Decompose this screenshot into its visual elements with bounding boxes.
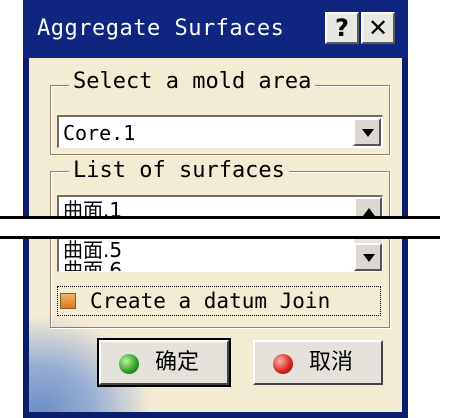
mold-area-group-label: Select a mold area [69,70,316,94]
mold-area-dropdown-button[interactable] [353,118,381,146]
cancel-button[interactable]: 取消 [253,340,383,385]
cancel-button-label: 取消 [309,350,354,375]
help-button[interactable]: ? [325,12,359,44]
create-datum-join-label: Create a datum Join [90,289,331,313]
dialog-title: Aggregate Surfaces [37,16,285,41]
break-line-top [0,216,440,219]
ok-button[interactable]: 确定 [97,338,231,387]
scroll-down-button[interactable] [354,243,382,271]
mold-area-value: Core.1 [63,121,136,145]
break-line-bottom [0,236,440,239]
chevron-down-icon [363,254,375,262]
create-datum-join-option[interactable]: Create a datum Join [57,286,381,316]
close-button[interactable]: ✕ [361,12,395,44]
chevron-down-icon [362,129,374,137]
title-bar[interactable]: Aggregate Surfaces ? ✕ [23,0,408,58]
surfaces-group-label: List of surfaces [69,159,289,183]
create-datum-join-checkbox[interactable] [60,293,76,309]
red-light-icon [273,354,293,374]
list-item[interactable]: 曲面.6 [63,259,122,271]
chevron-up-icon [363,208,375,216]
mold-area-select[interactable]: Core.1 [57,115,383,148]
green-light-icon [119,354,139,374]
aggregate-surfaces-dialog: Aggregate Surfaces ? ✕ Select a mold are… [23,0,408,418]
ok-button-label: 确定 [155,350,200,375]
